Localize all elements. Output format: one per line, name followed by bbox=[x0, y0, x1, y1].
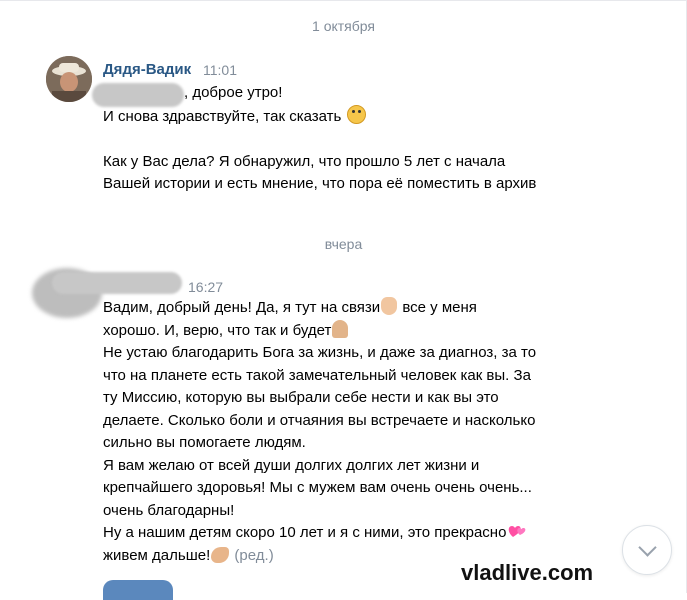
message-line: что на планете есть такой замечательный … bbox=[103, 366, 531, 384]
watermark: vladlive.com bbox=[461, 560, 594, 585]
message-line-text: И снова здравствуйте, так сказать bbox=[103, 107, 342, 125]
folded-hands-icon bbox=[332, 319, 349, 338]
message-line-text: Вадим, добрый день! Да, я тут на связи bbox=[103, 299, 381, 316]
message-line: Вадим, добрый день! Да, я тут на связи в… bbox=[103, 297, 593, 320]
message-line-text: хорошо. И, верю, что так и будет bbox=[103, 321, 332, 339]
redacted-author bbox=[52, 272, 182, 294]
redacted-name bbox=[92, 83, 184, 107]
face-with-halo-icon bbox=[346, 104, 366, 124]
flexed-biceps-icon bbox=[211, 546, 230, 563]
message-text: И снова здравствуйте, так сказать Как у … bbox=[103, 104, 593, 196]
message-line: делаете. Сколько боли и отчаяния вы встр… bbox=[103, 411, 536, 429]
message-line: Я вам желаю от всей души долгих долгих л… bbox=[103, 456, 480, 474]
attachment-preview[interactable] bbox=[103, 580, 173, 600]
message-line-text: Ну а нашим детям скоро 10 лет и я с ними… bbox=[103, 524, 507, 541]
message-line: , доброе утро! bbox=[184, 84, 283, 101]
message-line: очень благодарны! bbox=[103, 501, 235, 519]
date-separator-2: вчера bbox=[324, 236, 363, 252]
message-time[interactable]: 16:27 bbox=[188, 279, 223, 295]
message-line: Ну а нашим детям скоро 10 лет и я с ними… bbox=[103, 522, 593, 545]
hearts-icon bbox=[509, 526, 526, 537]
message-line-text: живем дальше! bbox=[103, 546, 211, 564]
chevron-down-icon bbox=[637, 537, 657, 557]
scroll-down-button[interactable] bbox=[622, 525, 672, 575]
message-line: И снова здравствуйте, так сказать bbox=[103, 104, 593, 129]
avatar[interactable] bbox=[46, 56, 92, 102]
message-line: сильно вы помогаете людям. bbox=[103, 434, 306, 451]
message-line: крепчайшего здоровья! Мы с мужем вам оче… bbox=[103, 479, 532, 496]
message-line: Не устаю благодарить Бога за жизнь, и да… bbox=[103, 344, 537, 361]
edited-label[interactable]: (ред.) bbox=[234, 547, 273, 564]
message-line: ту Миссию, которую вы выбрали себе нести… bbox=[103, 389, 499, 406]
message-text: Вадим, добрый день! Да, я тут на связи в… bbox=[103, 297, 593, 567]
date-separator-1: 1 октября bbox=[312, 18, 375, 34]
top-divider bbox=[0, 0, 687, 1]
message-author[interactable]: Дядя-Вадик bbox=[103, 61, 191, 78]
message-line: хорошо. И, верю, что так и будет bbox=[103, 319, 593, 343]
message-line-text: все у меня bbox=[398, 299, 477, 316]
waving-hand-icon bbox=[381, 297, 398, 315]
message-line: Вашей истории и есть мнение, что пора её… bbox=[103, 175, 537, 192]
message-text: , доброе утро! bbox=[184, 82, 484, 105]
message-line: Как у Вас дела? Я обнаружил, что прошло … bbox=[103, 152, 506, 170]
message-time[interactable]: 11:01 bbox=[203, 62, 237, 78]
